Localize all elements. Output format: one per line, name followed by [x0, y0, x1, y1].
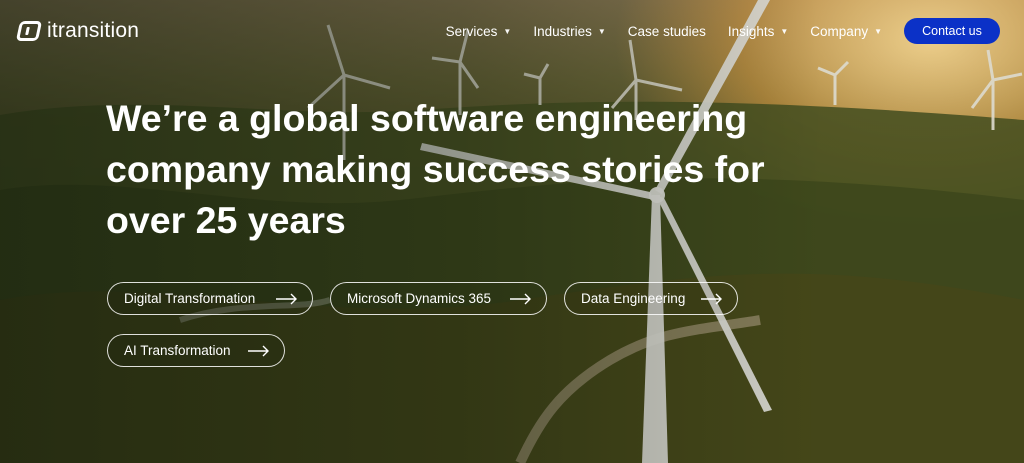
pill-data-engineering[interactable]: Data Engineering	[564, 282, 738, 315]
chevron-down-icon: ▼	[597, 26, 606, 36]
nav-item-label: Company	[810, 23, 869, 39]
arrow-right-icon	[248, 345, 269, 357]
site-logo[interactable]: itransition	[15, 19, 140, 43]
pill-microsoft-dynamics-365[interactable]: Microsoft Dynamics 365	[330, 282, 547, 315]
pill-digital-transformation[interactable]: Digital Transformation	[107, 282, 313, 315]
logo-text: itransition	[47, 19, 140, 42]
contact-us-button[interactable]: Contact us	[904, 18, 1000, 44]
nav-item-company[interactable]: Company ▼	[810, 24, 882, 39]
itransition-logo-icon	[15, 21, 43, 41]
arrow-right-icon	[276, 293, 297, 305]
main-nav: Services ▼ Industries ▼ Case studies Ins…	[424, 18, 1000, 44]
nav-item-case-studies[interactable]: Case studies	[628, 24, 706, 39]
chevron-down-icon: ▼	[503, 26, 512, 36]
nav-item-label: Industries	[533, 23, 592, 39]
nav-item-label: Case studies	[627, 23, 706, 39]
pill-label: Microsoft Dynamics 365	[347, 291, 492, 306]
site-header: itransition Services ▼ Industries ▼ Case…	[0, 0, 1024, 62]
nav-item-industries[interactable]: Industries ▼	[533, 24, 605, 39]
pill-label: Digital Transformation	[124, 291, 256, 306]
nav-item-services[interactable]: Services ▼	[446, 24, 512, 39]
nav-item-label: Services	[445, 23, 498, 39]
pill-ai-transformation[interactable]: AI Transformation	[107, 334, 285, 367]
chevron-down-icon: ▼	[780, 26, 789, 36]
pill-label: Data Engineering	[581, 291, 686, 306]
pill-label: AI Transformation	[124, 343, 231, 358]
arrow-right-icon	[701, 293, 722, 305]
arrow-right-icon	[510, 293, 531, 305]
nav-item-insights[interactable]: Insights ▼	[728, 24, 788, 39]
nav-item-label: Insights	[727, 23, 775, 39]
hero-headline: We’re a global software engineering comp…	[106, 97, 765, 241]
chevron-down-icon: ▼	[874, 26, 882, 36]
hero-section: itransition Services ▼ Industries ▼ Case…	[0, 0, 1024, 463]
